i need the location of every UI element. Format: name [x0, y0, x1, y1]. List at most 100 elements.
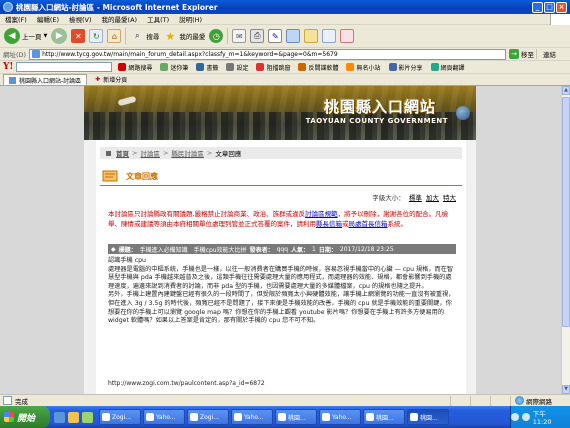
breadcrumb-home[interactable]: 首頁 — [116, 148, 129, 158]
window-icon — [322, 413, 330, 421]
print-button[interactable]: ⎙ — [248, 26, 266, 46]
menu-help[interactable]: 說明(H) — [174, 14, 207, 24]
wretch-icon — [346, 63, 355, 71]
ie-quicklaunch-icon[interactable] — [54, 411, 65, 423]
stop-button[interactable]: ✕ — [69, 26, 87, 46]
quick-launch — [50, 411, 97, 423]
yahoo-web-search-button[interactable]: 網路搜尋 — [114, 63, 156, 72]
mayor-mailbox-link[interactable]: 縣長信箱 — [316, 220, 342, 228]
globe-icon — [456, 106, 470, 120]
taskbar-item[interactable]: Zogi... — [99, 409, 141, 425]
status-cell — [450, 395, 470, 406]
breadcrumb-current: 文章回應 — [215, 150, 242, 158]
messenger-icon — [322, 29, 337, 43]
taskbar-item[interactable]: 桃園... — [363, 409, 405, 425]
menu-edit[interactable]: 編輯(E) — [32, 14, 64, 24]
start-button[interactable]: 開始 — [0, 406, 50, 428]
star-icon: ★ — [165, 29, 176, 43]
home-icon: ⌂ — [107, 29, 122, 43]
links-button[interactable]: 連結 — [536, 49, 570, 59]
tab-current[interactable]: 桃園縣入口網站-討論區 — [3, 74, 88, 85]
notice-text: 系統。 — [387, 219, 408, 228]
vertical-scrollbar[interactable]: ▲ ▼ — [561, 86, 570, 394]
yahoo-search-input[interactable] — [16, 62, 113, 72]
app-quicklaunch-icon[interactable] — [82, 411, 93, 423]
taskbar-item[interactable]: 桃園... — [275, 409, 317, 425]
yahoo-bookmarks-button[interactable]: 書籤 — [192, 63, 222, 72]
taskbar-item[interactable]: Yaho... — [231, 409, 273, 425]
taskbar-item[interactable]: Yaho... — [143, 409, 185, 425]
close-button[interactable]: × — [556, 1, 567, 13]
window-icon — [190, 413, 198, 421]
refresh-icon: ↻ — [89, 29, 104, 43]
favorites-button[interactable]: ★ 我的最愛 — [161, 26, 207, 46]
rules-link[interactable]: 討論區規範 — [305, 210, 338, 218]
yahoo-wretch-button[interactable]: 無名小站 — [342, 63, 384, 72]
yahoo-translate-label: 網頁翻譯 — [440, 64, 465, 72]
chevron-down-icon: ▼ — [43, 33, 48, 39]
edit-button[interactable]: ✎ — [266, 26, 284, 46]
left-margin — [84, 140, 96, 394]
taskbar-item-label: Yaho... — [156, 413, 176, 421]
extra-button[interactable] — [338, 26, 356, 46]
menu-view[interactable]: 檢視(V) — [64, 14, 97, 24]
site-title[interactable]: 桃園縣入口網站 — [324, 96, 436, 117]
status-text: 完成 — [15, 397, 28, 406]
post-title-label: 標題： — [118, 246, 137, 254]
start-label: 開始 — [17, 413, 36, 424]
scroll-down-icon[interactable]: ▼ — [562, 385, 570, 394]
volume-icon[interactable] — [510, 413, 519, 421]
menu-tools[interactable]: 工具(T) — [142, 14, 174, 24]
post-source-link[interactable]: http://www.zogi.com.tw/paulcontent.asp?a… — [108, 380, 265, 387]
maximize-button[interactable]: □ — [544, 1, 555, 13]
yahoo-logo[interactable]: Y! — [0, 62, 16, 72]
scroll-thumb[interactable] — [562, 97, 570, 327]
minimize-button[interactable]: _ — [532, 1, 543, 13]
taskbar-item[interactable]: Zogi... — [187, 409, 229, 425]
forward-button[interactable]: ▶ — [49, 26, 69, 46]
scroll-up-icon[interactable]: ▲ — [562, 86, 570, 95]
taskbar-item-active[interactable]: 桃園... — [407, 409, 449, 425]
home-button[interactable]: ⌂ — [105, 26, 123, 46]
reply-icon — [102, 170, 118, 182]
taskbar-item[interactable]: Yaho... — [319, 409, 361, 425]
window-icon — [366, 413, 374, 421]
font-size-label: 字級大小： — [372, 194, 405, 202]
page-viewport: 桃園縣入口網站 TAOYUAN COUNTY GOVERNMENT 首頁 > 討… — [0, 86, 561, 394]
yahoo-video-button[interactable]: 影片分享 — [385, 63, 427, 72]
yahoo-video-label: 影片分享 — [398, 64, 423, 72]
network-icon[interactable] — [521, 413, 530, 421]
breadcrumb-category[interactable]: 縣民討論區 — [171, 148, 204, 158]
menu-favorites[interactable]: 我的最愛(A) — [97, 14, 143, 24]
font-size-standard[interactable]: 標準 — [409, 194, 422, 202]
font-size-large[interactable]: 加大 — [426, 194, 439, 202]
font-size-xlarge[interactable]: 特大 — [443, 194, 456, 202]
post-date: 2017/12/18 23:25 — [339, 245, 394, 253]
site-banner: 桃園縣入口網站 TAOYUAN COUNTY GOVERNMENT — [84, 86, 476, 140]
research-button[interactable] — [302, 26, 320, 46]
search-button[interactable]: ⌕ 搜尋 — [128, 26, 161, 46]
post-arrow-icon: ◆ — [111, 245, 116, 253]
yahoo-translate-button[interactable]: 網頁翻譯 — [427, 63, 469, 72]
window-titlebar: 桃園縣入口網站-討論區 - Microsoft Internet Explore… — [0, 0, 570, 14]
back-button[interactable]: ◀ 上一頁 ▼ — [2, 26, 49, 46]
address-input[interactable]: http://www.tycg.gov.tw/main/main_forum_d… — [29, 48, 506, 60]
mail-button[interactable]: ✉ — [230, 26, 248, 46]
messenger-button[interactable] — [320, 26, 338, 46]
history-button[interactable]: ◷ — [207, 26, 225, 46]
mail-icon: ✉ — [232, 29, 247, 43]
yahoo-antispy-button[interactable]: 反間諜軟體 — [294, 63, 342, 72]
menu-file[interactable]: 檔案(F) — [0, 14, 32, 24]
tab-new[interactable]: ✚ 新增分頁 — [90, 74, 133, 85]
folder-quicklaunch-icon[interactable] — [68, 411, 79, 423]
new-tab-icon: ✚ — [95, 76, 101, 83]
discuss-button[interactable] — [284, 26, 302, 46]
address-bar: 網址(D) http://www.tycg.gov.tw/main/main_f… — [0, 48, 570, 61]
yahoo-settings-button[interactable]: 設定 — [222, 63, 252, 72]
yahoo-popup-blocker-button[interactable]: 阻擋跳窗 — [252, 63, 294, 72]
yahoo-mini-pen-button[interactable]: 迷你筆 — [156, 63, 192, 72]
refresh-button[interactable]: ↻ — [87, 26, 105, 46]
breadcrumb-forum[interactable]: 討論區 — [140, 148, 160, 158]
director-mailbox-link[interactable]: 局處首長信箱 — [349, 220, 388, 228]
go-button[interactable]: → 移至 — [506, 49, 536, 59]
